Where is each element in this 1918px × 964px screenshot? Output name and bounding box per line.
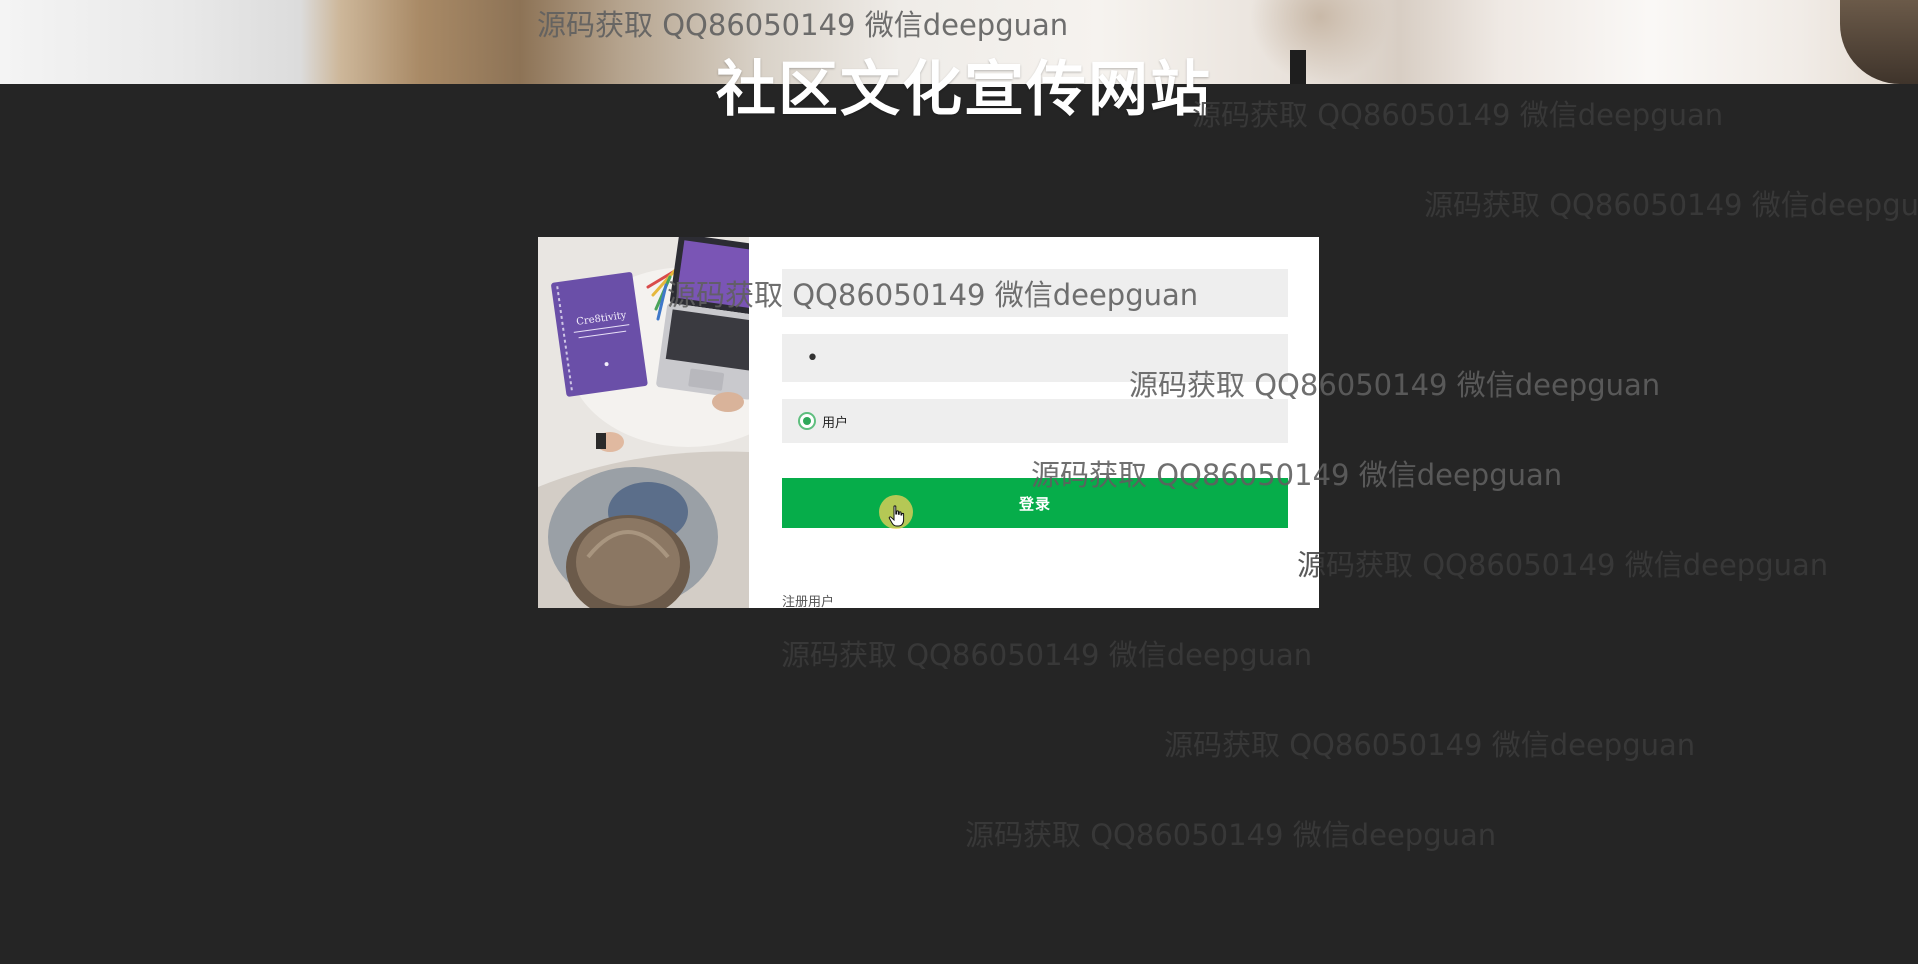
login-card: Cre8tivity • 用户 登录 注册用户 xyxy=(538,237,1319,610)
role-radio-label: 用户 xyxy=(822,415,849,431)
watermark-text: 源码获取 QQ86050149 微信deepguan xyxy=(965,818,1497,852)
page: 社区文化宣传网站 Cre8tivity • 用户 登录 注册用户 源码获取 QQ… xyxy=(0,0,1918,964)
watermark-text: 源码获取 QQ86050149 微信deepguan xyxy=(1192,98,1724,132)
watermark-text: 源码获取 QQ86050149 微信deepguan xyxy=(781,638,1313,672)
watermark-text: 源码获取 QQ86050149 微信deepguan xyxy=(1297,548,1829,582)
watermark-text: 源码获取 QQ86050149 微信deepguan xyxy=(1424,188,1918,222)
password-input[interactable] xyxy=(782,334,1288,382)
login-illustration-image: Cre8tivity xyxy=(538,237,749,608)
watermark-text: 源码获取 QQ86050149 微信deepguan xyxy=(1164,728,1696,762)
radio-selected-dot-icon xyxy=(803,417,811,425)
banner-decoration xyxy=(1290,50,1306,84)
banner-decoration xyxy=(1250,0,1390,84)
login-button[interactable]: 登录 xyxy=(782,478,1288,528)
banner-decoration xyxy=(1840,0,1918,84)
site-title: 社区文化宣传网站 xyxy=(716,55,1212,125)
username-input[interactable] xyxy=(782,269,1288,317)
role-selector: 用户 xyxy=(782,399,1288,443)
hand-cursor-icon xyxy=(888,505,905,527)
role-radio-user[interactable] xyxy=(798,412,816,430)
photo-desk-laptop-notebook: Cre8tivity xyxy=(538,237,749,608)
register-link[interactable]: 注册用户 xyxy=(782,591,834,610)
